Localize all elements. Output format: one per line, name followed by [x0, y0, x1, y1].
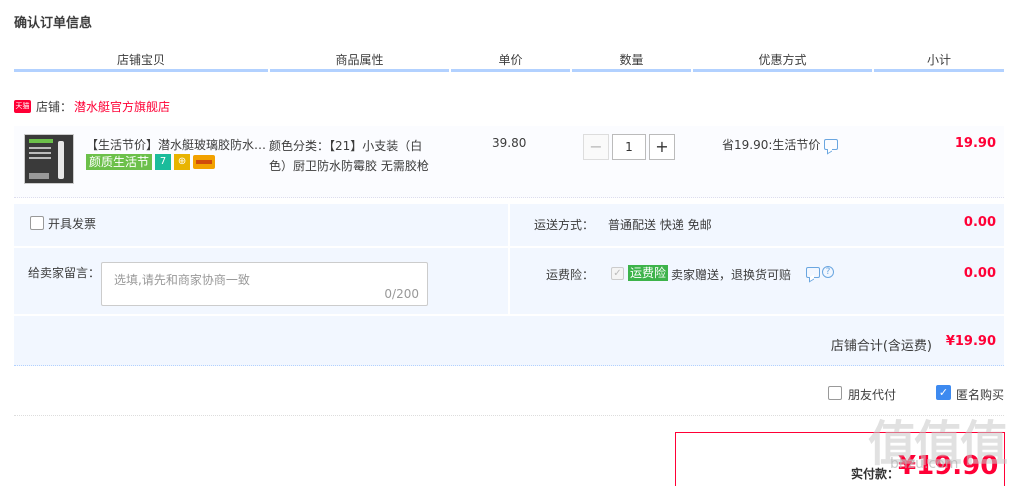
insurance-price: 0.00: [963, 266, 996, 281]
column-header: 店铺宝贝 商品属性 单价 数量 优惠方式 小计: [14, 48, 1004, 72]
shipping-label: 运送方式：: [534, 218, 595, 232]
product-badges: 颜质生活节 7 ⊕: [86, 154, 216, 170]
extra-options: 朋友代付 ✓ 匿名购买: [14, 376, 1004, 416]
decrease-quantity-button[interactable]: −: [583, 134, 609, 160]
message-input[interactable]: 选填,请先和商家协商一致 0/200: [101, 262, 428, 306]
col-unit-price: 单价: [451, 48, 570, 72]
insurance-description: 卖家赠送，退换货可赔: [671, 268, 792, 282]
shop-total-value: ¥19.90: [945, 334, 996, 349]
credit-card-icon[interactable]: [193, 155, 216, 169]
shop-total-label: 店铺合计(含运费): [830, 339, 932, 354]
col-subtotal: 小计: [874, 48, 1004, 72]
shipping-price: 0.00: [963, 215, 996, 230]
insurance-checkbox: ✓: [611, 267, 624, 280]
invoice-checkbox[interactable]: [30, 216, 44, 230]
sku-line: 颜色分类：【21】小支装（白: [269, 139, 423, 153]
insurance-label: 运费险：: [546, 268, 595, 282]
guarantee-icon[interactable]: ⊕: [174, 154, 191, 170]
unit-price: 39.80: [492, 136, 527, 150]
product-title-link[interactable]: 【生活节价】潜水艇玻璃胶防水…: [86, 136, 266, 153]
insurance-help-icons: ?: [802, 266, 834, 278]
product-thumbnail[interactable]: [24, 134, 74, 184]
order-options-panel: 开具发票 给卖家留言： 选填,请先和商家协商一致 0/200 运送方式： 普通配…: [14, 204, 1004, 366]
invoice-label[interactable]: 开具发票: [48, 215, 96, 232]
shipping-method: 普通配送 快递 免邮: [608, 218, 712, 232]
seven-day-return-icon[interactable]: 7: [155, 154, 172, 170]
shop-prefix: 店铺：: [36, 99, 73, 114]
col-shop-item: 店铺宝贝: [14, 48, 268, 72]
anonymous-checkbox[interactable]: ✓: [936, 385, 951, 400]
page-title: 确认订单信息: [14, 16, 93, 31]
shop-name-link[interactable]: 潜水艇官方旗舰店: [74, 98, 170, 115]
tmall-icon: 天猫: [14, 99, 31, 113]
quantity-input[interactable]: 1: [612, 134, 646, 160]
shop-line: 天猫 店铺： 潜水艇官方旗舰店: [14, 98, 170, 114]
watermark-url: bhzu.com: [890, 456, 959, 472]
sku-line: 色）厨卫防水防霉胶 无需胶枪: [269, 159, 429, 173]
anonymous-label[interactable]: 匿名购买: [956, 386, 1004, 403]
item-subtotal: 19.90: [954, 136, 996, 151]
message-placeholder: 选填,请先和商家协商一致: [114, 273, 250, 287]
sku-attributes: 颜色分类：【21】小支装（白 色）厨卫防水防霉胶 无需胶枪: [269, 136, 439, 176]
friend-pay-label[interactable]: 朋友代付: [848, 386, 896, 403]
friend-pay-checkbox[interactable]: [828, 386, 842, 400]
comment-icon[interactable]: [806, 266, 820, 278]
col-quantity: 数量: [572, 48, 691, 72]
order-item-row: 【生活节价】潜水艇玻璃胶防水… 颜质生活节 7 ⊕ 颜色分类：【21】小支装（白…: [14, 126, 1004, 198]
comment-icon[interactable]: [824, 139, 839, 150]
insurance-tag: 运费险: [628, 265, 669, 281]
promotion-text: 省19.90:生活节价: [722, 138, 821, 152]
message-char-count: 0/200: [384, 287, 419, 301]
help-icon[interactable]: ?: [822, 266, 834, 278]
increase-quantity-button[interactable]: +: [649, 134, 675, 160]
col-attributes: 商品属性: [270, 48, 449, 72]
quantity-stepper: − 1 +: [583, 134, 675, 160]
message-label: 给卖家留言：: [28, 266, 101, 280]
col-promotion: 优惠方式: [693, 48, 872, 72]
promotion-info: 省19.90:生活节价: [722, 136, 839, 153]
festival-badge: 颜质生活节: [86, 154, 153, 170]
